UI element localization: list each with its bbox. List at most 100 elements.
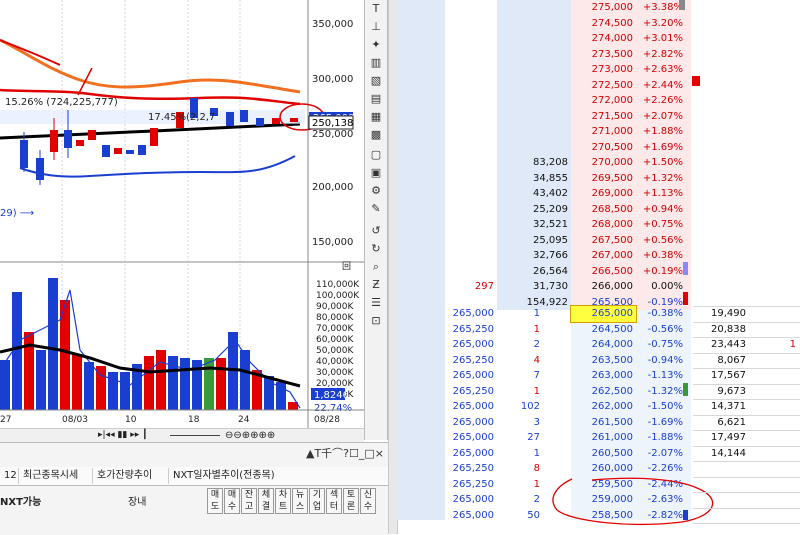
bid-row[interactable]: 265,250 1 259,500 -2.44%: [397, 477, 800, 493]
tab-nxt-daily[interactable]: NXT일자별추이(전종목): [168, 468, 279, 484]
ask-price[interactable]: 268,000: [571, 217, 636, 233]
ask-row[interactable]: 297 31,730 266,000 0.00%: [397, 279, 800, 295]
candle-icon[interactable]: ✦: [367, 36, 385, 54]
zoom-buttons[interactable]: ⊖⊖⊕⊕⊕⊕: [225, 429, 275, 442]
bid-price[interactable]: 260,000: [571, 461, 636, 477]
fill-button[interactable]: 체결: [258, 488, 274, 514]
layout-icon[interactable]: ▣: [367, 164, 385, 182]
bid-row[interactable]: 265,000 2 264,000 -0.75% 23,443 1: [397, 337, 800, 353]
bid-row[interactable]: 265,000 1 265,000 -0.38% 19,490: [397, 305, 800, 323]
bid-row[interactable]: 265,000 3 261,500 -1.69% 6,621: [397, 415, 800, 431]
ask-row[interactable]: 275,000 +3.38%: [397, 0, 800, 16]
ask-row[interactable]: 271,000 +1.88%: [397, 124, 800, 140]
price-chart[interactable]: 350,000 300,000 250,000 200,000 150,000: [0, 0, 364, 428]
ask-price[interactable]: 271,000: [571, 124, 636, 140]
bar-icon[interactable]: ▥: [367, 54, 385, 72]
bid-price[interactable]: 263,500: [571, 353, 636, 369]
ask-price[interactable]: 273,500: [571, 47, 636, 63]
bid-price[interactable]: 259,500: [571, 477, 636, 493]
line-tool-icon[interactable]: ⊥: [367, 18, 385, 36]
ask-row[interactable]: 273,000 +2.63%: [397, 62, 800, 78]
ask-price[interactable]: 273,000: [571, 62, 636, 78]
bid-price[interactable]: 264,500: [571, 322, 636, 338]
ask-price[interactable]: 266,000: [571, 279, 636, 295]
bid-price[interactable]: 263,000: [571, 368, 636, 384]
settings-icon[interactable]: ⚙: [367, 182, 385, 200]
ask-price[interactable]: 274,500: [571, 16, 636, 32]
ask-row[interactable]: 274,500 +3.20%: [397, 16, 800, 32]
company-button[interactable]: 기업: [309, 488, 325, 514]
bid-row[interactable]: 265,000 1 260,500 -2.07% 14,144: [397, 446, 800, 462]
forum-button[interactable]: 토론: [343, 488, 359, 514]
tab-recent-quotes[interactable]: 최근종목시세: [18, 468, 82, 484]
ask-price[interactable]: 268,500: [571, 202, 636, 218]
ask-price[interactable]: 267,000: [571, 248, 636, 264]
compare-icon[interactable]: ▦: [367, 108, 385, 126]
indicator-icon[interactable]: ▤: [367, 90, 385, 108]
ask-price[interactable]: 270,000: [571, 155, 636, 171]
edit-icon[interactable]: ✎: [367, 200, 385, 218]
bid-row[interactable]: 265,250 1 264,500 -0.56% 20,838: [397, 322, 800, 338]
ask-price[interactable]: 275,000: [571, 0, 636, 16]
bid-price[interactable]: 262,500: [571, 384, 636, 400]
credit-button[interactable]: 신수: [360, 488, 376, 514]
zigzag-icon[interactable]: Ƶ: [367, 276, 385, 294]
bid-price[interactable]: 262,000: [571, 399, 636, 415]
list-icon[interactable]: ☰: [367, 294, 385, 312]
ask-row[interactable]: 32,766 267,000 +0.38%: [397, 248, 800, 264]
ask-price[interactable]: 267,500: [571, 233, 636, 249]
bid-row[interactable]: 265,000 2 259,000 -2.63%: [397, 492, 800, 508]
analysis-icon[interactable]: ▩: [367, 126, 385, 144]
chart-scrollbar[interactable]: ▸|◂◂ ▮▮ ▸▸ ┃ ⊖⊖⊕⊕⊕⊕: [0, 428, 364, 443]
ask-row[interactable]: 25,209 268,500 +0.94%: [397, 202, 800, 218]
chart-canvas[interactable]: 350,000 300,000 250,000 200,000 150,000: [0, 0, 364, 428]
balance-button[interactable]: 잔고: [241, 488, 257, 514]
chart-button[interactable]: 차트: [275, 488, 291, 514]
bid-row[interactable]: 265,000 7 263,000 -1.13% 17,567: [397, 368, 800, 384]
ask-row[interactable]: 26,564 266,500 +0.19%: [397, 264, 800, 280]
ask-price[interactable]: 271,500: [571, 109, 636, 125]
ask-price[interactable]: 274,000: [571, 31, 636, 47]
ask-price[interactable]: 270,500: [571, 140, 636, 156]
text-tool-icon[interactable]: T: [367, 0, 385, 18]
undo-icon[interactable]: ↺: [367, 222, 385, 240]
ask-price[interactable]: 272,500: [571, 78, 636, 94]
chart-type-icon[interactable]: ▧: [367, 72, 385, 90]
bid-price[interactable]: 261,000: [571, 430, 636, 446]
bid-price[interactable]: 259,000: [571, 492, 636, 508]
ask-row[interactable]: 83,208 270,000 +1.50%: [397, 155, 800, 171]
redo-icon[interactable]: ↻: [367, 240, 385, 258]
ask-row[interactable]: 34,855 269,500 +1.32%: [397, 171, 800, 187]
ask-price[interactable]: 269,000: [571, 186, 636, 202]
ask-row[interactable]: 25,095 267,500 +0.56%: [397, 233, 800, 249]
bid-price[interactable]: 258,500: [571, 508, 636, 524]
tab-orderbook-trend[interactable]: 호가잔량추이: [92, 468, 156, 484]
bid-row[interactable]: 265,250 8 260,000 -2.26%: [397, 461, 800, 477]
playback-controls[interactable]: ▸|◂◂ ▮▮ ▸▸ ┃: [98, 429, 148, 442]
bid-row[interactable]: 265,000 27 261,000 -1.88% 17,497: [397, 430, 800, 446]
ask-row[interactable]: 272,500 +2.44%: [397, 78, 800, 94]
bid-row[interactable]: 265,250 1 262,500 -1.32% 9,673: [397, 384, 800, 400]
sector-button[interactable]: 섹터: [326, 488, 342, 514]
bid-price[interactable]: 260,500: [571, 446, 636, 462]
sell-button[interactable]: 매도: [207, 488, 223, 514]
ask-row[interactable]: 272,000 +2.26%: [397, 93, 800, 109]
bid-row[interactable]: 265,000 50 258,500 -2.82%: [397, 508, 800, 524]
search-icon[interactable]: ⌕: [367, 258, 385, 276]
window-controls[interactable]: ▲T千⌒?☐_□×: [306, 445, 384, 461]
bid-row[interactable]: 265,000 102 262,000 -1.50% 14,371: [397, 399, 800, 415]
bid-price[interactable]: 265,000: [570, 305, 637, 323]
bid-price[interactable]: 261,500: [571, 415, 636, 431]
zoom-icon[interactable]: ⊡: [367, 312, 385, 330]
vol-marker[interactable]: 回: [342, 261, 351, 272]
ask-row[interactable]: 43,402 269,000 +1.13%: [397, 186, 800, 202]
ask-price[interactable]: 269,500: [571, 171, 636, 187]
bid-row[interactable]: 265,250 4 263,500 -0.94% 8,067: [397, 353, 800, 369]
window-icon[interactable]: ▢: [367, 146, 385, 164]
bid-price[interactable]: 264,000: [571, 337, 636, 353]
ask-price[interactable]: 272,000: [571, 93, 636, 109]
ask-row[interactable]: 270,500 +1.69%: [397, 140, 800, 156]
news-button[interactable]: 뉴스: [292, 488, 308, 514]
ask-row[interactable]: 273,500 +2.82%: [397, 47, 800, 63]
buy-button[interactable]: 매수: [224, 488, 240, 514]
